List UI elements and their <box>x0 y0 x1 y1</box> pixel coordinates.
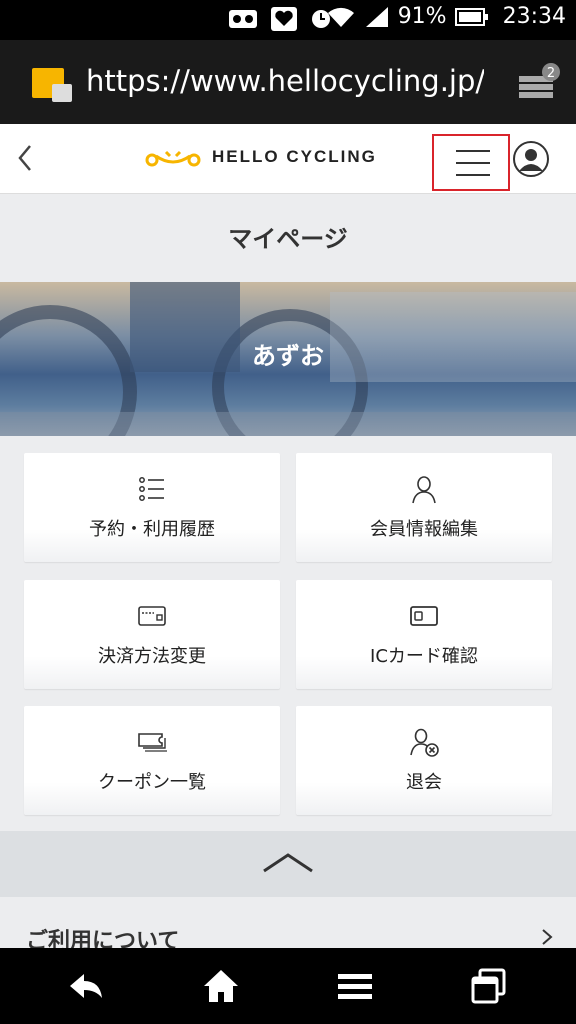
battery-percent: 91% <box>397 4 447 29</box>
back-arrow-icon[interactable] <box>14 142 38 174</box>
voicemail-icon <box>229 10 257 28</box>
remove-person-icon <box>410 728 439 757</box>
payment-card[interactable]: 決済方法変更 <box>24 580 280 689</box>
list-icon <box>139 477 164 501</box>
page-title: マイページ <box>0 206 576 276</box>
card-label: 決済方法変更 <box>98 646 206 667</box>
home-icon[interactable] <box>200 966 242 1006</box>
wifi-icon <box>327 7 354 27</box>
url-text[interactable]: https://www.hellocycling.jp/app/ <box>86 64 484 98</box>
menu-icon[interactable] <box>334 966 376 1006</box>
hello-cycling-logo[interactable]: HELLO CYCLING <box>144 146 377 168</box>
bicycle-logo-icon <box>145 150 201 167</box>
profile-banner: あずお <box>0 282 576 436</box>
card-label: クーポン一覧 <box>98 772 206 793</box>
user-name: あずお <box>252 342 324 370</box>
ic-card-icon <box>410 606 438 626</box>
chevron-right-icon <box>542 929 553 945</box>
app-header: HELLO CYCLING <box>0 124 576 194</box>
coupon-list-card[interactable]: クーポン一覧 <box>24 706 280 815</box>
credit-card-icon <box>138 606 166 626</box>
heart-icon <box>271 7 297 31</box>
card-label: 会員情報編集 <box>370 519 478 540</box>
lock-icon <box>52 84 72 102</box>
browser-url-bar[interactable]: https://www.hellocycling.jp/app/ 2 <box>0 40 576 124</box>
back-icon[interactable] <box>66 966 108 1006</box>
system-nav-bar <box>0 948 576 1024</box>
usage-info-row[interactable]: ご利用について <box>0 897 576 954</box>
chevron-up-icon <box>263 853 313 873</box>
card-label: 予約・利用履歴 <box>89 519 215 540</box>
tabs-icon[interactable]: 2 <box>517 62 561 102</box>
card-label: ICカード確認 <box>370 646 478 667</box>
clock-time: 23:34 <box>502 4 566 29</box>
signal-icon <box>365 6 388 27</box>
coupon-icon <box>138 733 167 752</box>
status-bar: 91% 23:34 <box>0 0 576 40</box>
hamburger-menu-button[interactable] <box>432 134 510 191</box>
collapse-button[interactable] <box>0 831 576 897</box>
recent-apps-icon[interactable] <box>468 966 510 1006</box>
ic-card-check-card[interactable]: ICカード確認 <box>296 580 552 689</box>
user-account-icon[interactable] <box>512 140 550 178</box>
person-icon <box>412 476 436 504</box>
withdraw-card[interactable]: 退会 <box>296 706 552 815</box>
battery-icon <box>454 7 488 26</box>
history-card[interactable]: 予約・利用履歴 <box>24 453 280 562</box>
card-label: 退会 <box>406 772 442 793</box>
tab-count: 2 <box>547 66 555 81</box>
member-info-card[interactable]: 会員情報編集 <box>296 453 552 562</box>
logo-text: HELLO CYCLING <box>212 147 377 166</box>
